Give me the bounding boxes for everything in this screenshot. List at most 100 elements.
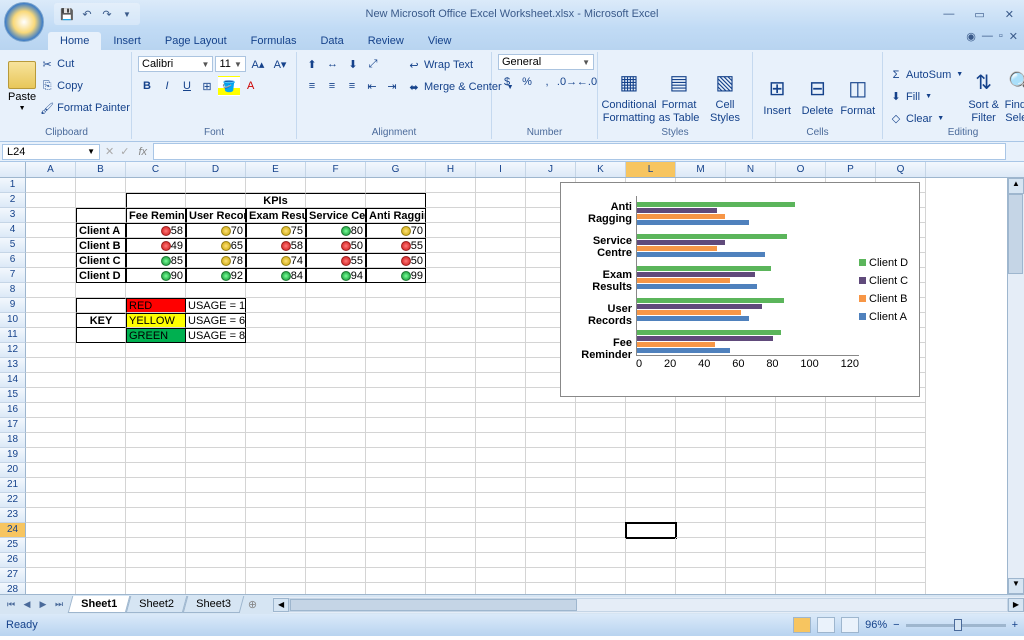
cell[interactable]: [426, 478, 476, 493]
cell[interactable]: [676, 478, 726, 493]
cell[interactable]: [826, 478, 876, 493]
cell[interactable]: [306, 553, 366, 568]
cell[interactable]: [426, 403, 476, 418]
cell[interactable]: [776, 433, 826, 448]
cell[interactable]: [26, 523, 76, 538]
row-header-21[interactable]: 21: [0, 478, 26, 493]
cell[interactable]: [476, 268, 526, 283]
cell[interactable]: [186, 193, 246, 208]
align-bottom-button[interactable]: ⬇: [344, 54, 362, 74]
row-header-23[interactable]: 23: [0, 508, 26, 523]
cell[interactable]: [306, 373, 366, 388]
cell[interactable]: [576, 553, 626, 568]
cell[interactable]: [26, 478, 76, 493]
cell[interactable]: [876, 478, 926, 493]
cell[interactable]: [246, 328, 306, 343]
cell[interactable]: [76, 508, 126, 523]
grow-font-button[interactable]: A▴: [248, 54, 268, 74]
sheet-tab-sheet1[interactable]: Sheet1: [68, 596, 131, 613]
cell[interactable]: [426, 568, 476, 583]
cell[interactable]: [776, 478, 826, 493]
cell[interactable]: [306, 493, 366, 508]
row-header-25[interactable]: 25: [0, 538, 26, 553]
cell[interactable]: [476, 508, 526, 523]
cell[interactable]: [876, 433, 926, 448]
cell[interactable]: [246, 373, 306, 388]
bold-button[interactable]: B: [138, 76, 156, 96]
cell[interactable]: [186, 538, 246, 553]
cell[interactable]: [726, 553, 776, 568]
cell[interactable]: [726, 583, 776, 594]
cell[interactable]: [366, 448, 426, 463]
cell[interactable]: [186, 508, 246, 523]
col-header-K[interactable]: K: [576, 162, 626, 177]
cell[interactable]: [876, 418, 926, 433]
increase-indent-button[interactable]: ⇥: [383, 76, 401, 96]
cell[interactable]: [306, 508, 366, 523]
cell[interactable]: [26, 403, 76, 418]
scroll-left-button[interactable]: ◀: [273, 598, 289, 612]
cell[interactable]: [306, 283, 366, 298]
cell[interactable]: [426, 298, 476, 313]
cell[interactable]: [246, 358, 306, 373]
orientation-button[interactable]: ⤢: [364, 54, 382, 74]
cell[interactable]: [126, 538, 186, 553]
cell[interactable]: [76, 283, 126, 298]
cell[interactable]: [26, 208, 76, 223]
cell[interactable]: [366, 373, 426, 388]
cell[interactable]: [576, 418, 626, 433]
cell[interactable]: [426, 448, 476, 463]
cell[interactable]: 92: [186, 268, 246, 283]
row-header-16[interactable]: 16: [0, 403, 26, 418]
cell[interactable]: [876, 493, 926, 508]
redo-icon[interactable]: ↷: [98, 5, 116, 23]
cell[interactable]: [576, 583, 626, 594]
cell[interactable]: [26, 373, 76, 388]
cell[interactable]: [366, 388, 426, 403]
shrink-font-button[interactable]: A▾: [270, 54, 290, 74]
col-header-B[interactable]: B: [76, 162, 126, 177]
paste-button[interactable]: Paste ▼: [8, 54, 36, 118]
cell[interactable]: [26, 583, 76, 594]
cell[interactable]: [576, 568, 626, 583]
cell[interactable]: [76, 208, 126, 223]
cell[interactable]: [306, 313, 366, 328]
cell[interactable]: [246, 313, 306, 328]
cell[interactable]: [476, 403, 526, 418]
cell[interactable]: [776, 448, 826, 463]
cell[interactable]: [676, 568, 726, 583]
cell[interactable]: USAGE = 80 % - 100 %: [186, 328, 246, 343]
cell[interactable]: [726, 463, 776, 478]
cell[interactable]: 90: [126, 268, 186, 283]
cell[interactable]: [366, 193, 426, 208]
cell[interactable]: [826, 538, 876, 553]
col-header-Q[interactable]: Q: [876, 162, 926, 177]
cell[interactable]: [426, 388, 476, 403]
row-header-19[interactable]: 19: [0, 448, 26, 463]
cell[interactable]: [126, 478, 186, 493]
cell[interactable]: [476, 373, 526, 388]
cell[interactable]: [776, 583, 826, 594]
cell[interactable]: [626, 523, 676, 538]
decrease-decimal-button[interactable]: ←.0: [578, 72, 596, 92]
align-middle-button[interactable]: ↔: [323, 54, 342, 74]
cell[interactable]: [826, 433, 876, 448]
cell[interactable]: [426, 553, 476, 568]
cell[interactable]: [126, 553, 186, 568]
cell[interactable]: [76, 373, 126, 388]
cell[interactable]: [876, 568, 926, 583]
cell[interactable]: [366, 298, 426, 313]
cell[interactable]: [426, 418, 476, 433]
cell[interactable]: [76, 493, 126, 508]
cell[interactable]: 80: [306, 223, 366, 238]
cell[interactable]: 78: [186, 253, 246, 268]
cell[interactable]: [246, 568, 306, 583]
cell[interactable]: [426, 253, 476, 268]
col-header-F[interactable]: F: [306, 162, 366, 177]
row-header-11[interactable]: 11: [0, 328, 26, 343]
cell[interactable]: [246, 493, 306, 508]
cell[interactable]: [306, 358, 366, 373]
cell[interactable]: [876, 523, 926, 538]
cell[interactable]: [26, 253, 76, 268]
col-header-P[interactable]: P: [826, 162, 876, 177]
